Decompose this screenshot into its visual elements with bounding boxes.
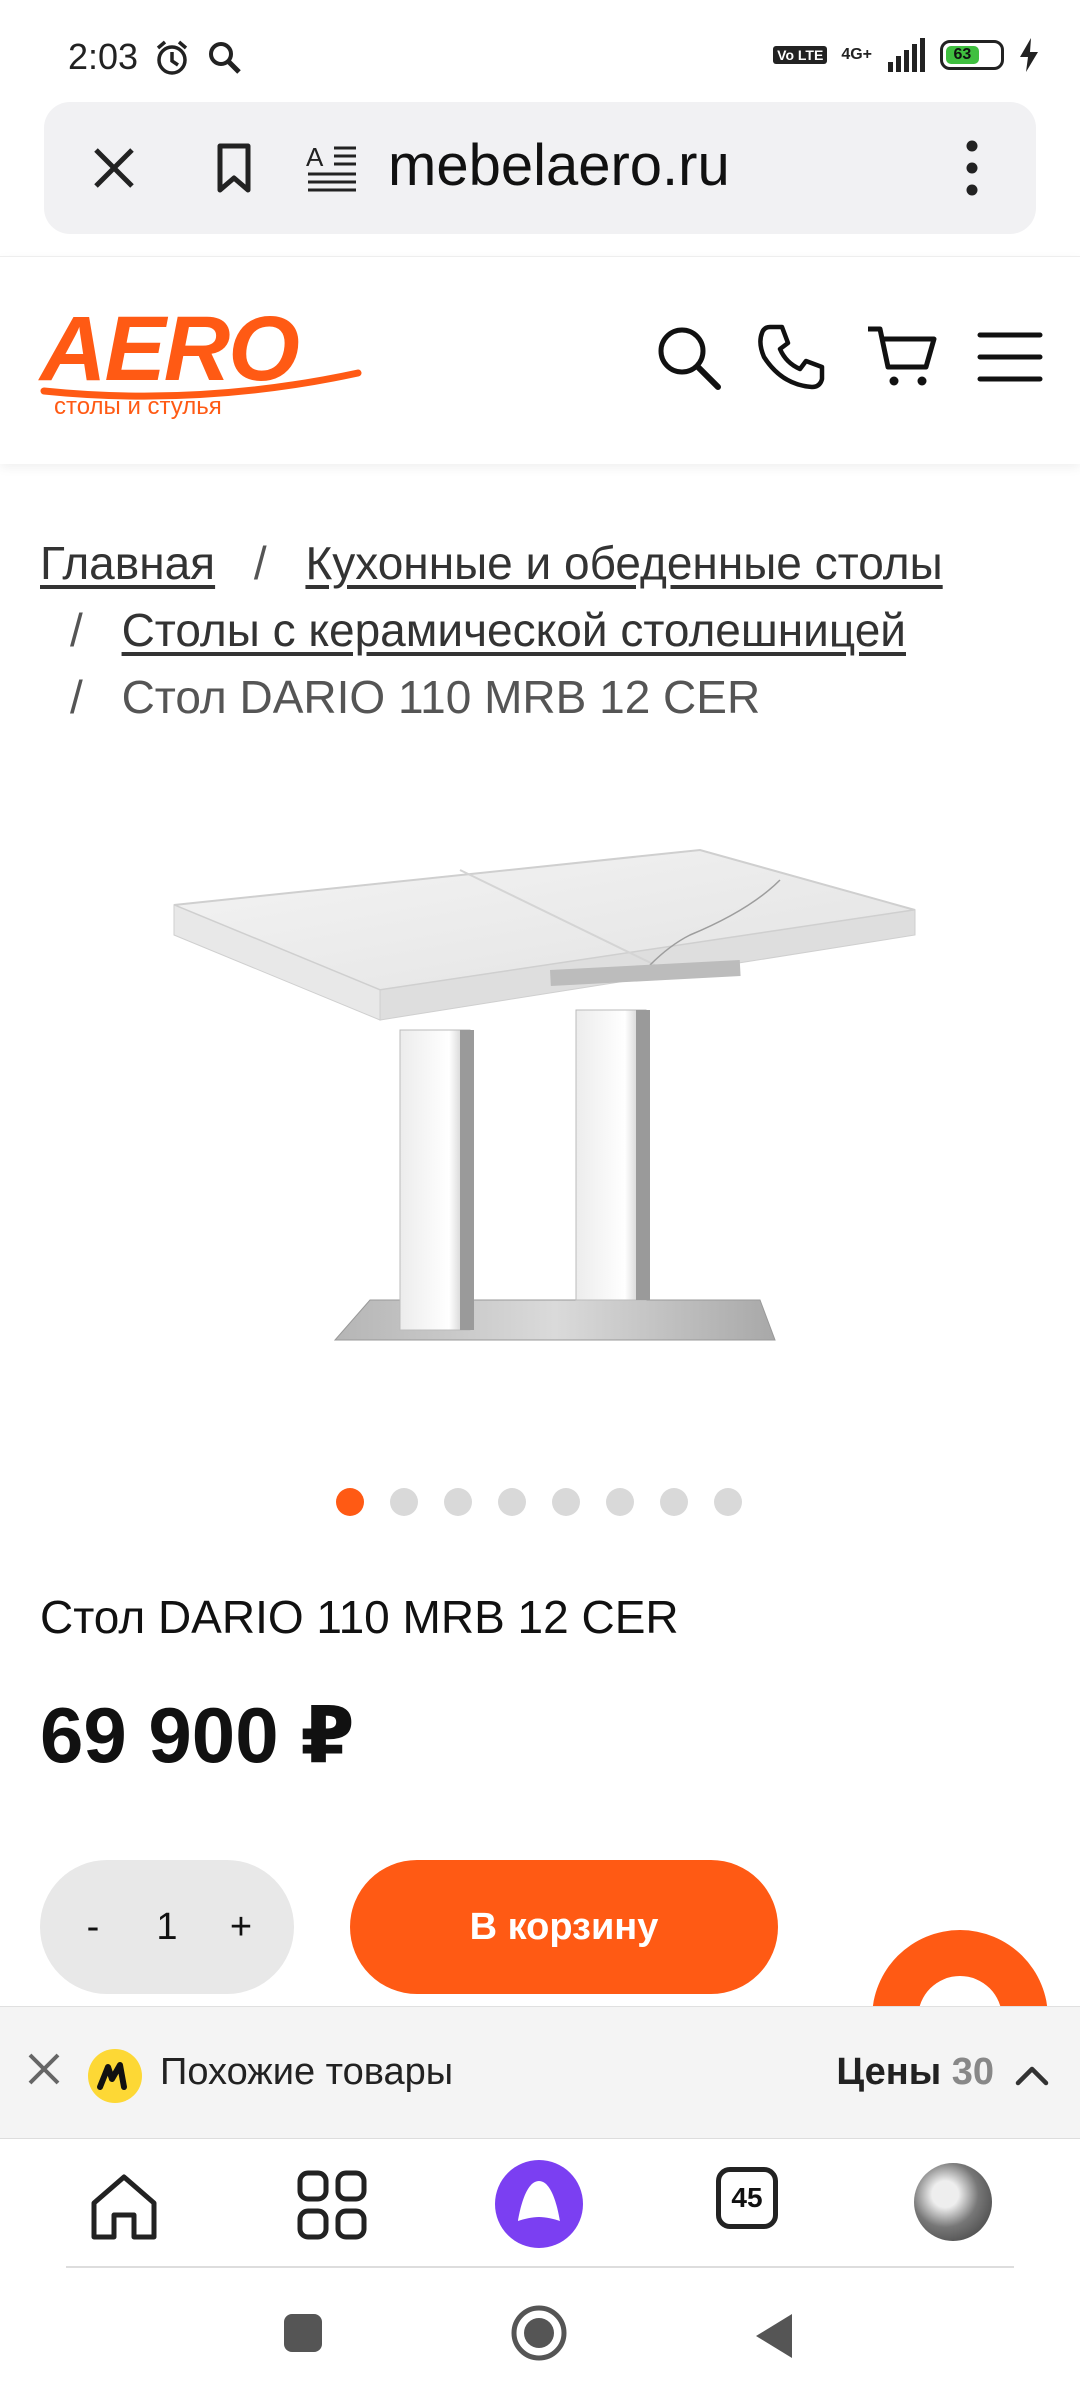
- breadcrumb: Главная / Кухонные и обеденные столы / С…: [40, 530, 1050, 731]
- breadcrumb-separator: /: [70, 671, 83, 723]
- network-type: 4G+: [841, 46, 872, 63]
- reader-mode-icon[interactable]: A: [304, 140, 360, 196]
- more-vert-icon[interactable]: [952, 136, 992, 200]
- system-nav-bar: [0, 2268, 1080, 2400]
- status-bar: 2:03 Vo LTE 4G+ 63: [0, 0, 1080, 100]
- quantity-plus-button[interactable]: +: [216, 1906, 266, 1949]
- product-title: Стол DARIO 110 MRB 12 CER: [40, 1591, 679, 1643]
- chevron-up-icon[interactable]: [1014, 2057, 1050, 2093]
- browser-bottom-nav: 45: [0, 2138, 1080, 2268]
- prices-count: 30: [951, 2051, 994, 2093]
- carousel-dot[interactable]: [552, 1488, 580, 1516]
- carousel-dots: [336, 1488, 742, 1516]
- alice-icon[interactable]: [494, 2159, 584, 2249]
- bookmark-icon[interactable]: [204, 138, 264, 198]
- site-header: AERO столы и стулья: [0, 256, 1080, 464]
- carousel-dot[interactable]: [606, 1488, 634, 1516]
- yandex-market-icon: [88, 2049, 142, 2103]
- prices-label[interactable]: Цены 30: [836, 2051, 994, 2094]
- status-right: Vo LTE 4G+ 63: [773, 38, 1040, 72]
- charging-icon: [1020, 38, 1038, 72]
- signal-icon: [888, 38, 925, 72]
- alarm-icon: [156, 40, 188, 75]
- phone-icon[interactable]: [756, 321, 828, 393]
- status-time: 2:03: [68, 36, 139, 77]
- carousel-dot[interactable]: [336, 1488, 364, 1516]
- quantity-minus-button[interactable]: -: [68, 1906, 118, 1949]
- aero-logo[interactable]: AERO столы и стулья: [40, 297, 370, 427]
- carousel-dot[interactable]: [444, 1488, 472, 1516]
- recents-icon[interactable]: [282, 2312, 324, 2354]
- breadcrumb-separator: /: [253, 537, 267, 589]
- back-icon[interactable]: [752, 2312, 796, 2360]
- volte-icon: Vo LTE: [773, 46, 828, 64]
- carousel-dot[interactable]: [714, 1488, 742, 1516]
- cart-icon[interactable]: [866, 321, 938, 393]
- quantity-stepper: - 1 +: [40, 1860, 294, 1994]
- svg-text:A: A: [306, 142, 324, 172]
- product-price: 69 900 ₽: [40, 1691, 355, 1779]
- search-icon[interactable]: [652, 321, 724, 393]
- carousel-dot[interactable]: [498, 1488, 526, 1516]
- status-icons-left: [152, 38, 244, 78]
- apps-grid-icon[interactable]: [290, 2163, 374, 2247]
- close-icon[interactable]: [84, 138, 144, 198]
- battery-level: 63: [946, 46, 979, 64]
- address-bar[interactable]: A mebelaero.ru: [44, 102, 1036, 234]
- breadcrumb-subcategory[interactable]: Столы с керамической столешницей: [122, 604, 906, 656]
- similar-goods-bar[interactable]: Похожие товары Цены 30: [0, 2006, 1080, 2138]
- prices-text: Цены: [836, 2051, 942, 2093]
- search-status-icon: [209, 42, 241, 74]
- home-button-icon[interactable]: [510, 2304, 568, 2362]
- home-icon[interactable]: [82, 2163, 166, 2247]
- carousel-dot[interactable]: [390, 1488, 418, 1516]
- product-image[interactable]: [160, 840, 920, 1420]
- breadcrumb-separator: /: [70, 604, 83, 656]
- add-to-cart-button[interactable]: В корзину: [350, 1860, 778, 1994]
- tabs-icon[interactable]: 45: [716, 2167, 778, 2229]
- profile-avatar[interactable]: [914, 2163, 992, 2241]
- close-icon[interactable]: [22, 2047, 66, 2091]
- battery-icon: 63: [940, 40, 1004, 70]
- breadcrumb-current: Стол DARIO 110 MRB 12 CER: [121, 671, 761, 723]
- logo-subtitle: столы и стулья: [54, 393, 222, 420]
- similar-goods-label[interactable]: Похожие товары: [160, 2051, 453, 2094]
- quantity-value[interactable]: 1: [156, 1906, 177, 1949]
- breadcrumb-category[interactable]: Кухонные и обеденные столы: [305, 537, 942, 589]
- menu-icon[interactable]: [974, 321, 1046, 393]
- breadcrumb-home[interactable]: Главная: [40, 537, 215, 589]
- url-text[interactable]: mebelaero.ru: [388, 132, 730, 199]
- carousel-dot[interactable]: [660, 1488, 688, 1516]
